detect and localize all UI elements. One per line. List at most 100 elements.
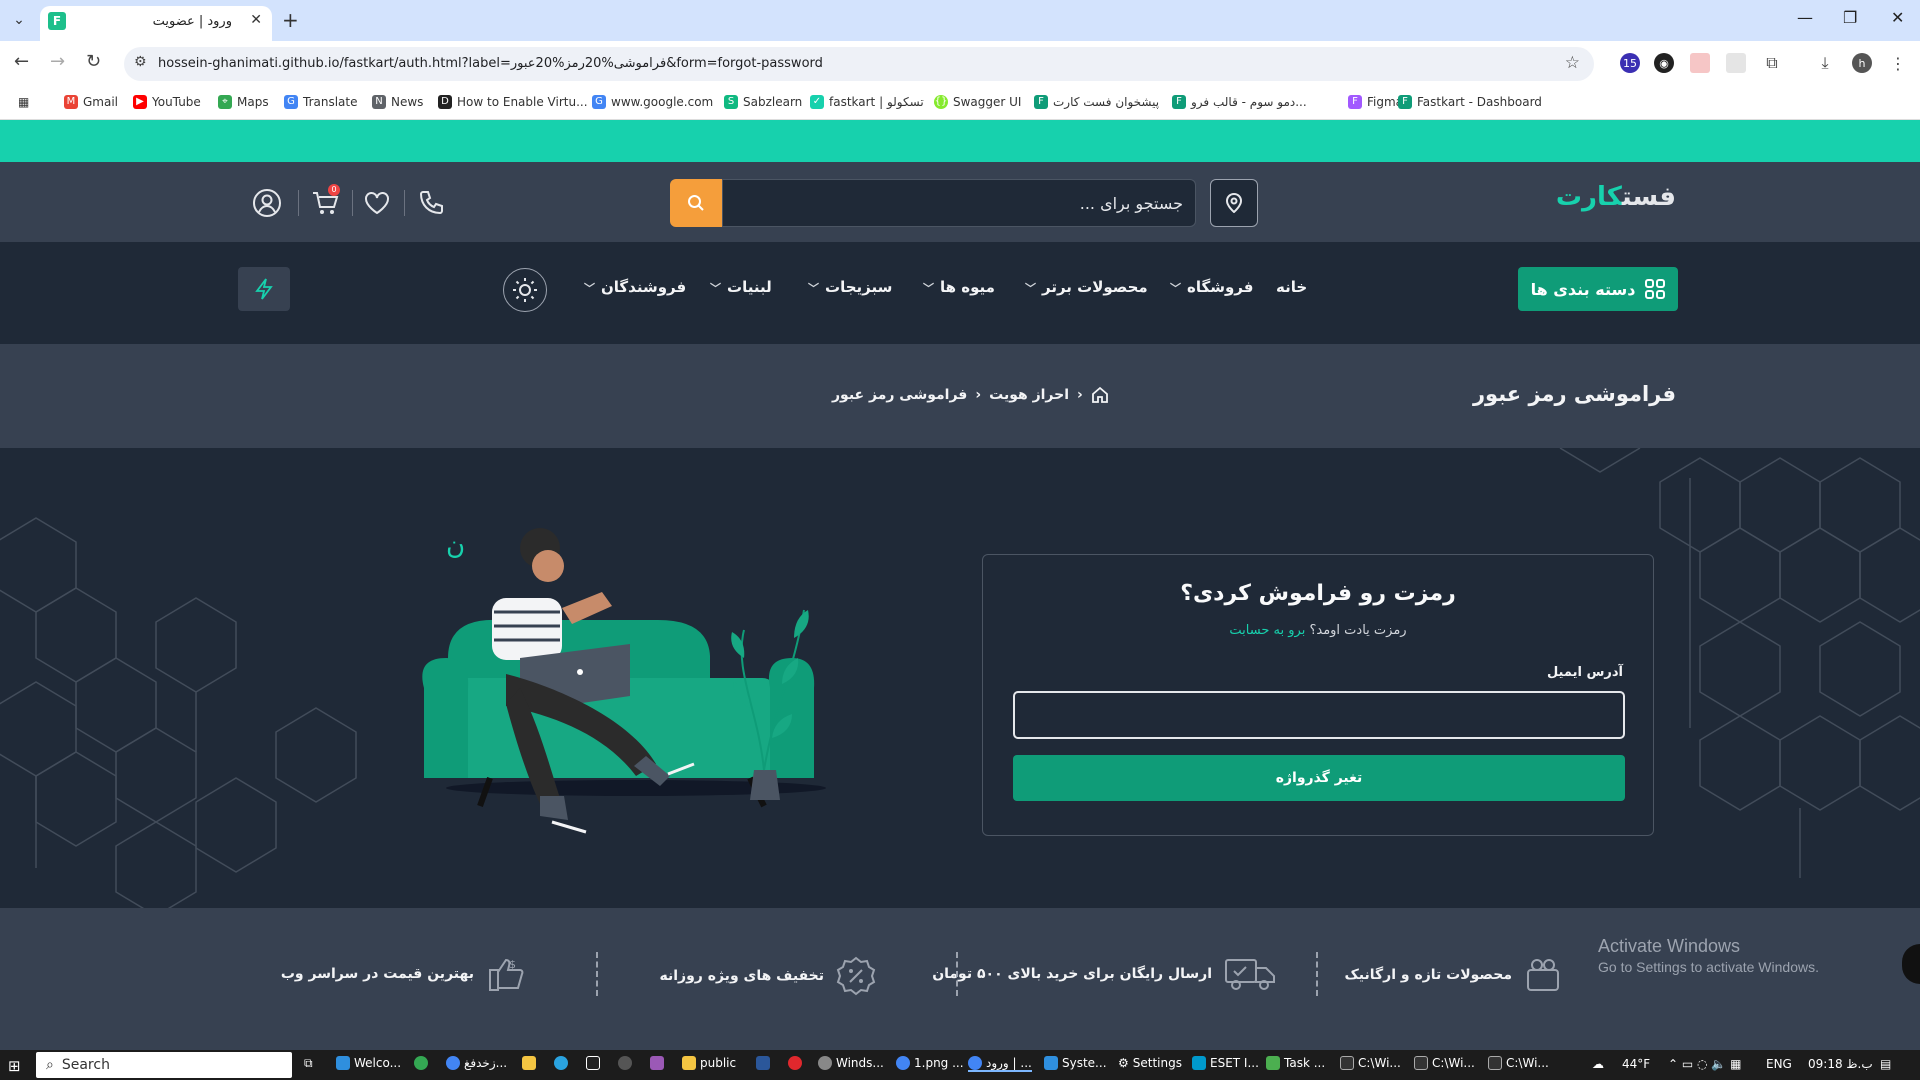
taskbar-app-system[interactable]: Syste... [1044, 1056, 1107, 1070]
search-icon [688, 195, 704, 211]
taskbar-app-cmd[interactable]: C:\Wi... [1414, 1056, 1475, 1070]
taskbar-app-cmd[interactable]: C:\Wi... [1340, 1056, 1401, 1070]
taskbar-app-eset[interactable]: ESET I... [1192, 1056, 1259, 1070]
home-icon[interactable] [1091, 386, 1109, 404]
minimize-button[interactable]: — [1797, 8, 1813, 27]
new-tab-button[interactable]: + [282, 8, 299, 32]
flash-deals-button[interactable] [238, 267, 290, 311]
bookmark-star-icon[interactable]: ☆ [1565, 53, 1580, 73]
site-logo[interactable]: فستکارت [1556, 182, 1676, 212]
system-tray-icons[interactable]: ⌃ ▭ ◌ 🔈 ▦ [1668, 1057, 1741, 1071]
change-password-button[interactable]: تغیر گذرواژه [1013, 755, 1625, 801]
taskbar-app-telegram[interactable] [554, 1056, 568, 1070]
search-button[interactable] [670, 179, 722, 227]
categories-button[interactable]: دسته بندی ها [1518, 267, 1678, 311]
phone-button[interactable] [414, 186, 448, 220]
taskbar-app-image[interactable]: 1.png ... [896, 1056, 964, 1070]
bookmark-item[interactable]: {} Swagger UI [934, 95, 1021, 109]
gear-icon: ⚙ [1118, 1056, 1129, 1070]
restore-button[interactable]: ❐ [1843, 8, 1857, 27]
browser-tab-active[interactable]: F ورود | عضویت ✕ [40, 6, 272, 41]
user-icon [253, 189, 281, 217]
bookmark-item[interactable]: F پیشخوان فست کارت [1034, 95, 1159, 109]
bookmark-item[interactable]: ⌖ Maps [218, 95, 269, 109]
bookmark-item[interactable]: D How to Enable Virtu... [438, 95, 588, 109]
bookmark-item[interactable]: ▶ YouTube [133, 95, 201, 109]
bookmark-item[interactable]: ✓ fastkart | تسکولو [810, 95, 924, 109]
bookmark-item[interactable]: F Fastkart - Dashboard [1398, 95, 1542, 109]
nav-item-vegetables[interactable]: سبزیجات﹀ [808, 278, 892, 296]
nav-item-fruits[interactable]: میوه ها﹀ [923, 278, 995, 296]
weather-temperature[interactable]: 44°F [1622, 1057, 1650, 1071]
taskbar-app-pycharm[interactable] [586, 1056, 600, 1070]
location-button[interactable] [1210, 179, 1258, 227]
theme-toggle-button[interactable] [503, 268, 547, 312]
puzzle-extensions-icon[interactable]: ⧉ [1762, 53, 1782, 73]
taskbar-app-windsurf[interactable]: Winds... [818, 1056, 884, 1070]
back-button[interactable]: ← [14, 51, 29, 72]
weather-icon[interactable]: ☁ [1592, 1057, 1604, 1071]
reload-button[interactable]: ↻ [86, 51, 101, 72]
taskbar-app-explorer[interactable]: public [682, 1056, 736, 1070]
search-bar [670, 179, 1196, 227]
address-bar[interactable]: ⚙ hossein-ghanimati.github.io/fastkart/a… [124, 47, 1594, 81]
site-info-icon[interactable]: ⚙ [134, 54, 147, 70]
grid-icon [1645, 279, 1666, 299]
email-field[interactable] [1013, 691, 1625, 739]
taskbar-app-task-manager[interactable]: Task ... [1266, 1056, 1325, 1070]
location-pin-icon [1225, 193, 1243, 213]
address-url[interactable]: hossein-ghanimati.github.io/fastkart/aut… [158, 56, 823, 71]
bookmark-item[interactable]: M Gmail [64, 95, 118, 109]
taskbar-app-vs[interactable] [650, 1056, 664, 1070]
extension-icon[interactable] [1726, 53, 1746, 73]
nav-item-vendors[interactable]: فروشندگان﹀ [584, 278, 686, 296]
forward-button[interactable]: → [50, 51, 65, 72]
taskbar-search-box[interactable]: ⌕ Search [36, 1052, 292, 1078]
taskbar-app-settings[interactable]: ⚙ Settings [1118, 1056, 1182, 1070]
nav-item-top-products[interactable]: محصولات برتر﹀ [1025, 278, 1148, 296]
login-link[interactable]: برو به حسابت [1229, 623, 1305, 638]
svg-text:ﻥ: ﻥ [446, 531, 465, 561]
taskbar-app-browser-active[interactable]: ورود | ... [968, 1056, 1032, 1072]
bookmark-item[interactable]: F Figma [1348, 95, 1403, 109]
taskbar-app-vscode[interactable]: Welco... [336, 1056, 401, 1070]
taskbar-app-chrome-profile[interactable]: زخدفغ... [446, 1056, 507, 1070]
taskbar-app-cmd[interactable]: C:\Wi... [1488, 1056, 1549, 1070]
extension-icon[interactable] [1690, 53, 1710, 73]
bookmark-item[interactable]: S Sabzlearn [724, 95, 802, 109]
header-divider [404, 190, 405, 216]
nav-item-home[interactable]: خانه [1276, 278, 1307, 296]
tab-close-icon[interactable]: ✕ [250, 12, 262, 28]
taskbar-app-store[interactable] [522, 1056, 536, 1070]
windows-start-icon[interactable]: ⊞ [8, 1057, 21, 1075]
taskbar-app-chrome[interactable] [414, 1056, 428, 1070]
search-input[interactable] [722, 179, 1196, 227]
bookmark-item[interactable]: F دمو سوم - قالب فرو... [1172, 95, 1307, 109]
notifications-icon[interactable]: ▤ [1880, 1057, 1891, 1071]
taskbar-app-word[interactable] [756, 1056, 770, 1070]
bookmark-item[interactable]: N News [372, 95, 423, 109]
taskbar-app-obs[interactable] [618, 1056, 632, 1070]
side-scroll-tab[interactable] [1902, 944, 1920, 984]
nav-item-shop[interactable]: فروشگاه﹀ [1170, 278, 1253, 296]
cart-button[interactable]: 0 [308, 184, 342, 220]
user-account-button[interactable] [250, 186, 284, 220]
bookmark-item[interactable]: Gwww.google.com [592, 95, 713, 109]
wishlist-button[interactable] [360, 186, 394, 220]
bookmark-item[interactable]: G Translate [284, 95, 358, 109]
tab-search-chevron-icon[interactable]: ⌄ [6, 8, 32, 32]
profile-avatar[interactable]: h [1852, 53, 1872, 73]
input-language[interactable]: ENG [1766, 1057, 1792, 1071]
browser-menu-icon[interactable]: ⋮ [1888, 53, 1908, 73]
header-divider [352, 190, 353, 216]
taskbar-app-opera[interactable] [788, 1056, 802, 1070]
apps-grid-icon[interactable]: ▦ [18, 95, 29, 109]
close-window-button[interactable]: ✕ [1891, 8, 1904, 27]
taskbar-clock[interactable]: 09:18 ب.ظ [1808, 1057, 1873, 1071]
breadcrumb-auth[interactable]: احراز هویت [989, 387, 1069, 403]
extension-icon[interactable]: 15 [1620, 53, 1640, 73]
download-icon[interactable]: ⤓ [1815, 53, 1835, 73]
nav-item-dairy[interactable]: لبنیات﹀ [710, 278, 772, 296]
extension-icon[interactable]: ◉ [1654, 53, 1674, 73]
task-view-icon[interactable]: ⧉ [304, 1056, 313, 1071]
